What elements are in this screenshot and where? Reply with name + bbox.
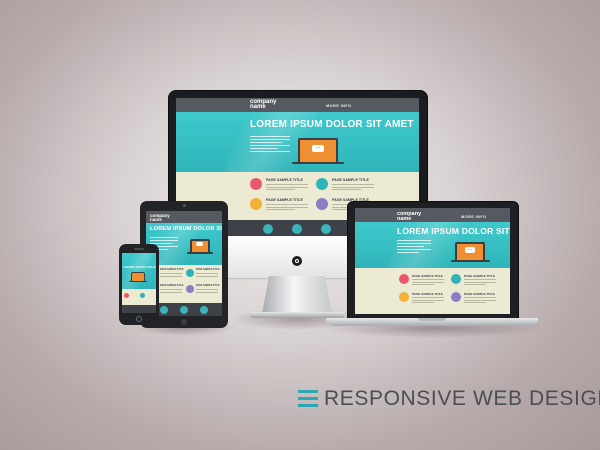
site-header: company name xyxy=(146,211,222,223)
feature-title: PAGE SAMPLE TITLE xyxy=(464,292,495,296)
feature-item: PAGE SAMPLE TITLE xyxy=(451,292,499,306)
search-icon xyxy=(140,293,145,298)
features-section xyxy=(122,289,156,305)
site-header: company name MORE INFO xyxy=(176,98,419,112)
site-logo: company name xyxy=(397,211,421,222)
feature-title: PAGE SAMPLE TITLE xyxy=(332,178,369,182)
chat-bubble-icon: ... xyxy=(196,242,203,246)
hero-section: LOREM IPSUM DOLOR SIT AMET ... xyxy=(355,222,510,268)
hero-laptop-illustration: ... xyxy=(292,138,344,164)
feature-item: PAGE SAMPLE TITLE xyxy=(250,198,312,214)
site-logo: company name xyxy=(250,99,276,111)
photo-icon xyxy=(250,178,262,190)
nav-link-more-info[interactable]: MORE INFO xyxy=(461,214,486,219)
footer-circle-icon[interactable] xyxy=(292,224,302,234)
hero-title: LOREM IPSUM DOLOR SIT AMET xyxy=(150,226,222,232)
pencil-icon xyxy=(186,285,194,293)
site-header: company name MORE INFO xyxy=(355,208,510,222)
features-section: PAGE SAMPLE TITLE PAGE SAMPLE TITLE PAGE… xyxy=(355,268,510,314)
power-icon xyxy=(292,256,302,266)
footer-circle-icon[interactable] xyxy=(263,224,273,234)
screen-glare xyxy=(122,253,154,289)
feature-title: PAGE SAMPLE TITLE xyxy=(266,198,303,202)
tablet-camera xyxy=(183,204,186,207)
feature-title: PAGE SAMPLE TITLE xyxy=(196,285,220,287)
logo-line-2: name xyxy=(250,104,266,111)
hero-section: LOREM IPSUM DOLOR SIT AMET ... xyxy=(176,112,419,172)
page-heading: RESPONSIVE WEB DESIGN xyxy=(324,387,600,410)
hero-laptop-illustration: ... xyxy=(187,239,213,254)
chat-bubble-icon: ... xyxy=(312,145,324,152)
laptop-screen: company name MORE INFO LOREM IPSUM DOLOR… xyxy=(355,208,510,314)
feature-item: PAGE SAMPLE TITLE xyxy=(451,274,499,288)
hero-title: LOREM IPSUM DOLOR SIT AMET xyxy=(123,265,156,269)
footer-circle-icon[interactable] xyxy=(200,306,208,314)
search-icon xyxy=(316,178,328,190)
footer-circle-icon[interactable] xyxy=(180,306,188,314)
feature-item xyxy=(124,293,138,301)
hero-text-lines xyxy=(250,136,290,154)
site-footer xyxy=(122,305,156,313)
feature-item: PAGE SAMPLE TITLE xyxy=(316,178,378,194)
feature-item: PAGE SAMPLE TITLE xyxy=(399,292,447,306)
phone-speaker xyxy=(134,248,144,250)
photo-icon xyxy=(399,274,409,284)
feature-title: PAGE SAMPLE TITLE xyxy=(464,274,495,278)
laptop-trackpad-notch xyxy=(418,318,446,321)
feature-item: PAGE SAMPLE TITLE xyxy=(186,285,220,297)
search-icon xyxy=(451,274,461,284)
feature-title: PAGE SAMPLE TITLE xyxy=(412,274,443,278)
nav-link-more-info[interactable]: MORE INFO xyxy=(326,103,351,108)
pencil-icon xyxy=(451,292,461,302)
tablet-home-button[interactable] xyxy=(181,319,187,325)
feature-title: PAGE SAMPLE TITLE xyxy=(160,285,184,287)
chat-bubble-icon: ... xyxy=(465,247,475,253)
logo-line-2: name xyxy=(150,217,162,223)
menu-lines-icon xyxy=(298,390,318,407)
hero-section: LOREM IPSUM DOLOR SIT AMET xyxy=(122,253,156,289)
hero-laptop-illustration xyxy=(128,272,148,282)
feature-item: PAGE SAMPLE TITLE xyxy=(250,178,312,194)
lightbulb-icon xyxy=(399,292,409,302)
feature-item xyxy=(140,293,154,301)
feature-title: PAGE SAMPLE TITLE xyxy=(160,269,184,271)
feature-title: PAGE SAMPLE TITLE xyxy=(266,178,303,182)
pencil-icon xyxy=(316,198,328,210)
phone-home-button[interactable] xyxy=(136,316,142,322)
site-logo: company name xyxy=(150,213,170,223)
monitor-stand xyxy=(262,276,332,314)
hero-title: LOREM IPSUM DOLOR SIT AMET xyxy=(250,119,414,130)
footer-circle-icon[interactable] xyxy=(160,306,168,314)
feature-title: PAGE SAMPLE TITLE xyxy=(412,292,443,296)
hero-title: LOREM IPSUM DOLOR SIT AMET xyxy=(397,226,510,236)
search-icon xyxy=(186,269,194,277)
feature-item: PAGE SAMPLE TITLE xyxy=(399,274,447,288)
hero-text-lines xyxy=(397,240,431,255)
photo-icon xyxy=(124,293,129,298)
footer-circle-icon[interactable] xyxy=(321,224,331,234)
feature-title: PAGE SAMPLE TITLE xyxy=(196,269,220,271)
phone-screen: LOREM IPSUM DOLOR SIT AMET xyxy=(122,253,156,313)
lightbulb-icon xyxy=(250,198,262,210)
feature-item: PAGE SAMPLE TITLE xyxy=(186,269,220,281)
hero-laptop-illustration: ... xyxy=(450,242,490,262)
